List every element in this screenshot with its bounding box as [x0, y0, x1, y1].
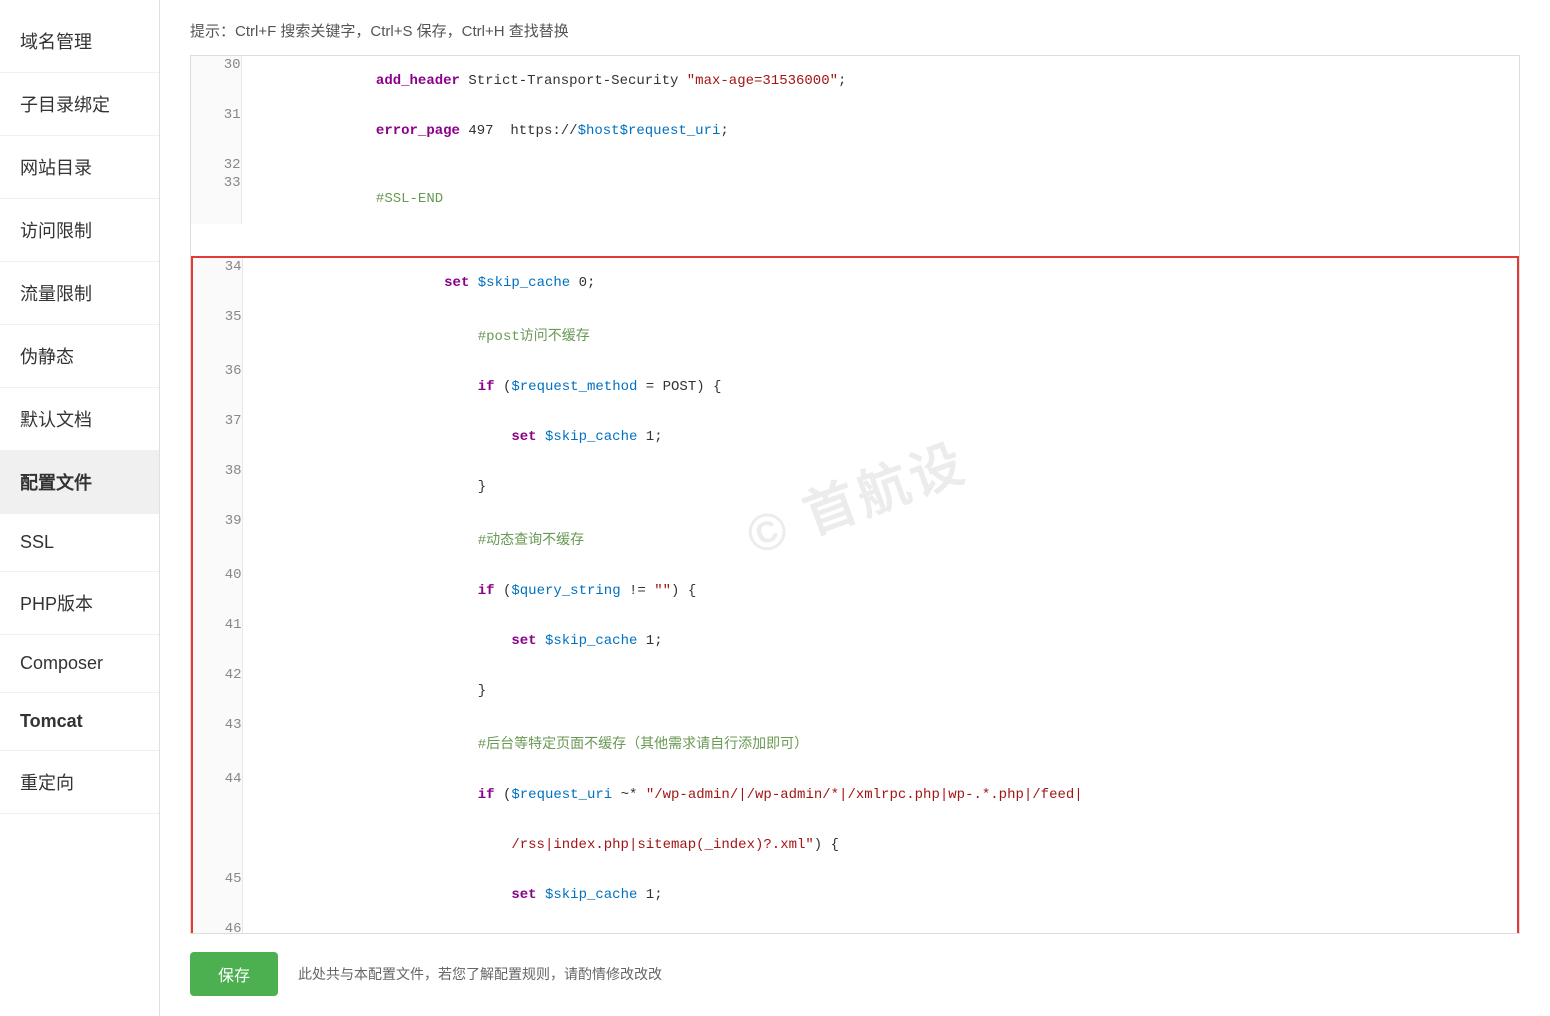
- line-number: 46: [192, 920, 242, 934]
- line-code: set $skip_cache 1;: [242, 870, 1518, 920]
- line-code: set $skip_cache 1;: [242, 616, 1518, 666]
- save-button[interactable]: 保存: [190, 952, 278, 996]
- main-content: 提示：Ctrl+F 搜索关键字，Ctrl+S 保存，Ctrl+H 查找替换 © …: [160, 0, 1550, 1016]
- sidebar-item-php[interactable]: PHP版本: [0, 572, 159, 635]
- line-number: 31: [191, 106, 241, 156]
- line-number: 39: [192, 512, 242, 566]
- sidebar-item-composer[interactable]: Composer: [0, 635, 159, 693]
- line-code: set $skip_cache 0;: [242, 257, 1518, 308]
- line-number: 34: [192, 257, 242, 308]
- sidebar-item-webdir[interactable]: 网站目录: [0, 136, 159, 199]
- sidebar-item-config[interactable]: 配置文件: [0, 451, 159, 514]
- action-bar: 保存 此处共与本配置文件，若您了解配置规则，请酌情修改改改: [190, 952, 1520, 996]
- sidebar-item-traffic[interactable]: 流量限制: [0, 262, 159, 325]
- sidebar-item-default-doc[interactable]: 默认文档: [0, 388, 159, 451]
- line-code: if ($request_method = POST) {: [242, 362, 1518, 412]
- line-number: 30: [191, 56, 241, 106]
- sidebar-item-ssl[interactable]: SSL: [0, 514, 159, 572]
- table-row: 35 #post访问不缓存: [192, 308, 1518, 362]
- sidebar-item-pseudostatic[interactable]: 伪静态: [0, 325, 159, 388]
- code-editor[interactable]: © 首航设 30 add_header Strict-Transport-Sec…: [190, 55, 1520, 934]
- table-row: 45 set $skip_cache 1;: [192, 870, 1518, 920]
- line-code: }: [242, 666, 1518, 716]
- table-row: 31 error_page 497 https://$host$request_…: [191, 106, 1519, 156]
- line-code: }: [242, 920, 1518, 934]
- line-code: }: [242, 462, 1518, 512]
- table-row: 32: [191, 156, 1519, 174]
- line-code: #SSL-END: [241, 174, 1519, 224]
- line-number: 37: [192, 412, 242, 462]
- table-row: 41 set $skip_cache 1;: [192, 616, 1518, 666]
- line-code: if ($request_uri ~* "/wp-admin/|/wp-admi…: [242, 770, 1518, 820]
- table-row: 42 }: [192, 666, 1518, 716]
- table-row: 38 }: [192, 462, 1518, 512]
- line-code: #后台等特定页面不缓存（其他需求请自行添加即可）: [242, 716, 1518, 770]
- line-code: [241, 156, 1519, 174]
- table-row: /rss|index.php|sitemap(_index)?.xml") {: [192, 820, 1518, 870]
- table-row: 44 if ($request_uri ~* "/wp-admin/|/wp-a…: [192, 770, 1518, 820]
- line-code: set $skip_cache 1;: [242, 412, 1518, 462]
- line-number: 35: [192, 308, 242, 362]
- table-row: 39 #动态查询不缓存: [192, 512, 1518, 566]
- table-row: 33 #SSL-END: [191, 174, 1519, 224]
- line-code: #动态查询不缓存: [242, 512, 1518, 566]
- line-code: #post访问不缓存: [242, 308, 1518, 362]
- action-hint-text: 此处共与本配置文件，若您了解配置规则，请酌情修改改改: [298, 964, 662, 984]
- line-number: 40: [192, 566, 242, 616]
- line-number: 41: [192, 616, 242, 666]
- sidebar-item-domain[interactable]: 域名管理: [0, 10, 159, 73]
- table-row: 40 if ($query_string != "") {: [192, 566, 1518, 616]
- line-number: 45: [192, 870, 242, 920]
- table-row: 30 add_header Strict-Transport-Security …: [191, 56, 1519, 106]
- line-number: 36: [192, 362, 242, 412]
- line-number: 38: [192, 462, 242, 512]
- line-code: if ($query_string != "") {: [242, 566, 1518, 616]
- sidebar-item-subdir[interactable]: 子目录绑定: [0, 73, 159, 136]
- table-row: 46 }: [192, 920, 1518, 934]
- hint-bar: 提示：Ctrl+F 搜索关键字，Ctrl+S 保存，Ctrl+H 查找替换: [190, 20, 1520, 41]
- line-code: /rss|index.php|sitemap(_index)?.xml") {: [242, 820, 1518, 870]
- sidebar-item-access[interactable]: 访问限制: [0, 199, 159, 262]
- line-number: [192, 820, 242, 870]
- line-number: 42: [192, 666, 242, 716]
- table-row: 34 set $skip_cache 0;: [192, 257, 1518, 308]
- line-code: error_page 497 https://$host$request_uri…: [241, 106, 1519, 156]
- line-number: 44: [192, 770, 242, 820]
- sidebar-item-tomcat[interactable]: Tomcat: [0, 693, 159, 751]
- table-row: 43 #后台等特定页面不缓存（其他需求请自行添加即可）: [192, 716, 1518, 770]
- table-row: 36 if ($request_method = POST) {: [192, 362, 1518, 412]
- line-number: 32: [191, 156, 241, 174]
- line-number: 33: [191, 174, 241, 224]
- line-code: add_header Strict-Transport-Security "ma…: [241, 56, 1519, 106]
- sidebar: 域名管理 子目录绑定 网站目录 访问限制 流量限制 伪静态 默认文档 配置文件 …: [0, 0, 160, 1016]
- table-row: 37 set $skip_cache 1;: [192, 412, 1518, 462]
- line-number: 43: [192, 716, 242, 770]
- sidebar-item-redirect[interactable]: 重定向: [0, 751, 159, 814]
- code-table: 30 add_header Strict-Transport-Security …: [191, 56, 1519, 934]
- table-row: 34 set $skip_cache 0; 35: [191, 224, 1519, 934]
